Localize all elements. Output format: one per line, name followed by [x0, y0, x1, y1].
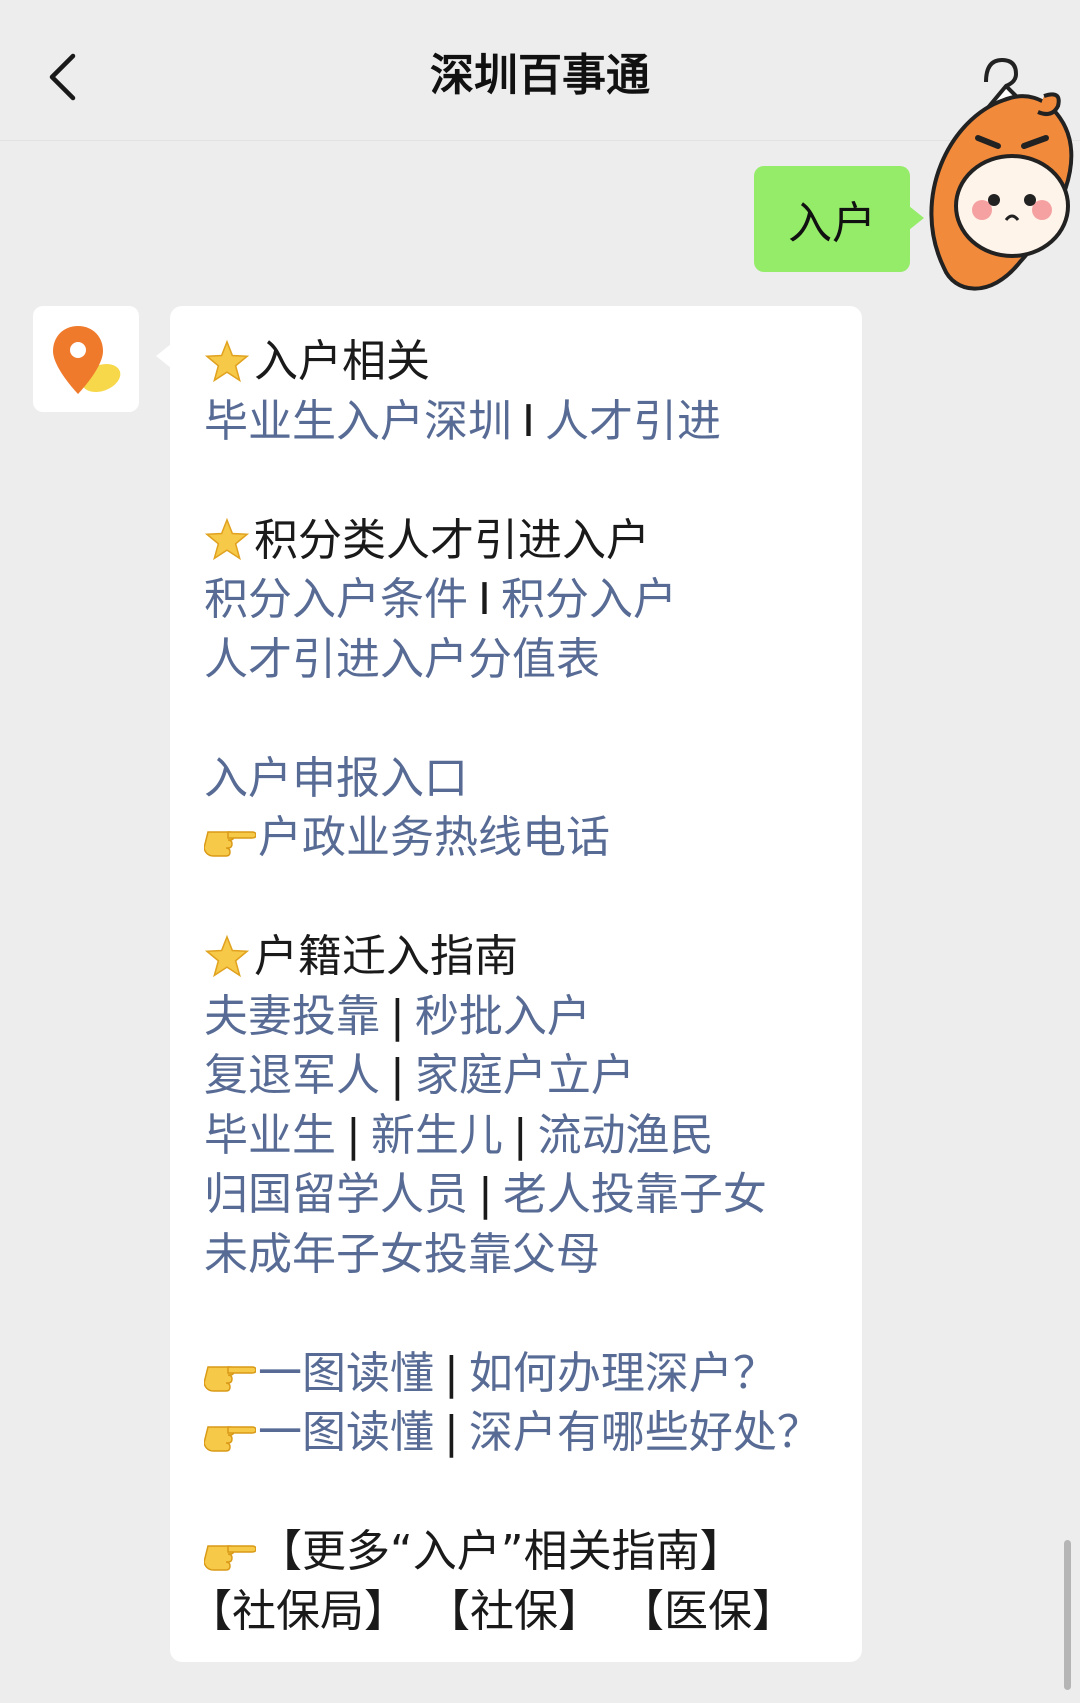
- separator: |: [444, 1407, 459, 1458]
- link-points-conditions[interactable]: 积分入户条件: [204, 570, 468, 630]
- link-graduate-hukou[interactable]: 毕业生入户深圳: [204, 392, 512, 452]
- link-hotline[interactable]: 户政业务热线电话: [258, 808, 610, 868]
- star-emoji-icon: [204, 518, 250, 561]
- user-avatar[interactable]: [920, 48, 1080, 308]
- link-minors-to-parents[interactable]: 未成年子女投靠父母: [204, 1225, 600, 1285]
- link-row: 一图读懂 | 深户有哪些好处？: [204, 1403, 854, 1463]
- link-row: 【更多“入户”相关指南】: [204, 1522, 854, 1582]
- more-guides-link[interactable]: 【更多“入户”相关指南】: [258, 1522, 744, 1582]
- section-heading: 户籍迁入指南: [254, 931, 518, 982]
- pointing-hand-emoji-icon: [204, 1545, 256, 1571]
- tag-row: 【社保局】 【社保】 【医保】: [188, 1582, 854, 1642]
- separator: I: [478, 574, 491, 625]
- pointing-hand-emoji-icon: [204, 1366, 256, 1392]
- pointing-hand-emoji-icon: [204, 1426, 256, 1452]
- bot-avatar[interactable]: [33, 306, 139, 412]
- link-row: 未成年子女投靠父母: [204, 1225, 854, 1285]
- star-emoji-icon: [204, 934, 250, 977]
- section-heading-row: 积分类人才引进入户: [204, 511, 854, 571]
- link-row: 夫妻投靠 | 秒批入户: [204, 987, 854, 1047]
- link-instant-approval[interactable]: 秒批入户: [415, 987, 591, 1047]
- top-bar: 深圳百事通: [0, 0, 1080, 141]
- separator: |: [346, 1109, 361, 1161]
- bot-message-bubble: 入户相关 毕业生入户深圳 I 人才引进 积分类人才引进入户 积分入户条件 I 积…: [156, 306, 862, 1662]
- link-graduates[interactable]: 毕业生: [204, 1106, 336, 1166]
- scrollbar[interactable]: [1064, 1540, 1071, 1690]
- pointing-hand-emoji-icon: [204, 831, 256, 857]
- section-heading: 入户相关: [254, 336, 430, 387]
- link-row: 毕业生入户深圳 I 人才引进: [204, 392, 854, 452]
- page-title: 深圳百事通: [430, 50, 650, 101]
- link-benefits[interactable]: 深户有哪些好处？: [469, 1403, 821, 1463]
- link-infographic-prefix[interactable]: 一图读懂: [258, 1403, 434, 1463]
- link-row: 一图读懂 | 如何办理深户？: [204, 1344, 854, 1404]
- link-row: 人才引进入户分值表: [204, 630, 854, 690]
- link-infographic-prefix[interactable]: 一图读懂: [258, 1344, 434, 1404]
- link-how-to-apply[interactable]: 如何办理深户？: [469, 1344, 777, 1404]
- link-elderly-to-children[interactable]: 老人投靠子女: [503, 1165, 767, 1225]
- link-row: 毕业生 | 新生儿 | 流动渔民: [204, 1106, 854, 1166]
- link-application-entry[interactable]: 入户申报入口: [204, 749, 468, 809]
- map-pin-logo-icon: [53, 326, 121, 394]
- link-row: 归国留学人员 | 老人投靠子女: [204, 1165, 854, 1225]
- link-row: 户政业务热线电话: [204, 808, 854, 868]
- section-heading-row: 户籍迁入指南: [204, 927, 854, 987]
- tag-social-security-bureau[interactable]: 【社保局】: [188, 1582, 408, 1642]
- link-veterans[interactable]: 复退军人: [204, 1046, 380, 1106]
- separator: |: [444, 1347, 459, 1399]
- section-heading-row: 入户相关: [204, 332, 854, 392]
- tag-medical-insurance[interactable]: 【医保】: [620, 1582, 796, 1642]
- link-newborn[interactable]: 新生儿: [371, 1106, 503, 1166]
- link-fishermen[interactable]: 流动渔民: [538, 1106, 714, 1166]
- link-points-hukou[interactable]: 积分入户: [501, 570, 677, 630]
- tag-social-security[interactable]: 【社保】: [426, 1582, 602, 1642]
- user-message-bubble[interactable]: 入户: [754, 166, 924, 272]
- separator: |: [390, 990, 405, 1042]
- separator: |: [390, 1050, 405, 1101]
- link-points-table[interactable]: 人才引进入户分值表: [204, 630, 600, 690]
- link-talent-introduction[interactable]: 人才引进: [545, 392, 721, 452]
- separator: |: [512, 1109, 528, 1161]
- link-spouse[interactable]: 夫妻投靠: [204, 987, 380, 1047]
- star-emoji-icon: [204, 339, 250, 382]
- separator: |: [478, 1169, 493, 1220]
- link-returned-students[interactable]: 归国留学人员: [204, 1165, 468, 1225]
- bot-message-content: 入户相关 毕业生入户深圳 I 人才引进 积分类人才引进入户 积分入户条件 I 积…: [188, 332, 854, 1641]
- separator: I: [522, 395, 535, 447]
- link-row: 复退军人 | 家庭户立户: [204, 1046, 854, 1106]
- link-row: 积分入户条件 I 积分入户: [204, 570, 854, 630]
- link-family-household[interactable]: 家庭户立户: [415, 1046, 635, 1106]
- section-heading: 积分类人才引进入户: [254, 514, 650, 566]
- link-row: 入户申报入口: [204, 749, 854, 809]
